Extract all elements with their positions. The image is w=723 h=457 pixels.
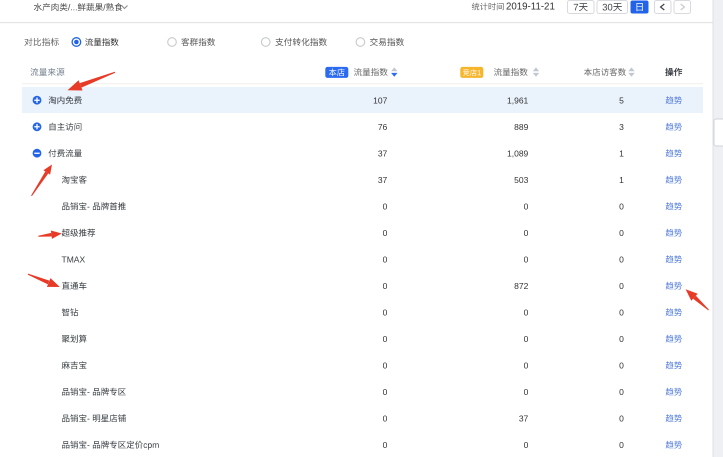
svg-text:0: 0	[383, 307, 388, 317]
svg-text:0: 0	[383, 334, 388, 344]
svg-text:0: 0	[619, 413, 624, 423]
svg-text:0: 0	[524, 228, 529, 238]
svg-text:0: 0	[383, 228, 388, 238]
svg-text:0: 0	[524, 254, 529, 264]
svg-text:0: 0	[619, 387, 624, 397]
svg-text:872: 872	[514, 281, 528, 291]
svg-text:107: 107	[373, 95, 387, 105]
svg-text:3: 3	[619, 122, 624, 132]
svg-text:37: 37	[378, 148, 388, 158]
svg-text:0: 0	[619, 201, 624, 211]
svg-text:503: 503	[514, 175, 528, 185]
svg-text:76: 76	[378, 122, 388, 132]
svg-text:0: 0	[619, 360, 624, 370]
svg-text:0: 0	[524, 307, 529, 317]
svg-text:0: 0	[524, 360, 529, 370]
svg-text:0: 0	[383, 440, 388, 450]
svg-text:1,089: 1,089	[507, 148, 529, 158]
svg-text:889: 889	[514, 122, 528, 132]
svg-text:0: 0	[383, 254, 388, 264]
svg-text:0: 0	[383, 360, 388, 370]
svg-text:0: 0	[619, 228, 624, 238]
svg-text:0: 0	[383, 413, 388, 423]
svg-text:0: 0	[619, 281, 624, 291]
svg-text:0: 0	[619, 254, 624, 264]
svg-text:TMAX: TMAX	[62, 254, 86, 264]
svg-text:2019-11-21: 2019-11-21	[506, 1, 555, 12]
svg-text:1: 1	[619, 148, 624, 158]
svg-text:0: 0	[524, 387, 529, 397]
svg-text:37: 37	[378, 175, 388, 185]
svg-text:1: 1	[619, 175, 624, 185]
svg-text:5: 5	[619, 95, 624, 105]
svg-text:0: 0	[619, 307, 624, 317]
svg-text:0: 0	[383, 387, 388, 397]
svg-text:0: 0	[524, 334, 529, 344]
svg-text:0: 0	[383, 281, 388, 291]
svg-text:0: 0	[619, 334, 624, 344]
svg-text:0: 0	[619, 440, 624, 450]
svg-text:37: 37	[519, 413, 529, 423]
svg-text:0: 0	[524, 440, 529, 450]
svg-text:0: 0	[383, 201, 388, 211]
svg-text:1,961: 1,961	[507, 95, 529, 105]
svg-text:0: 0	[524, 201, 529, 211]
